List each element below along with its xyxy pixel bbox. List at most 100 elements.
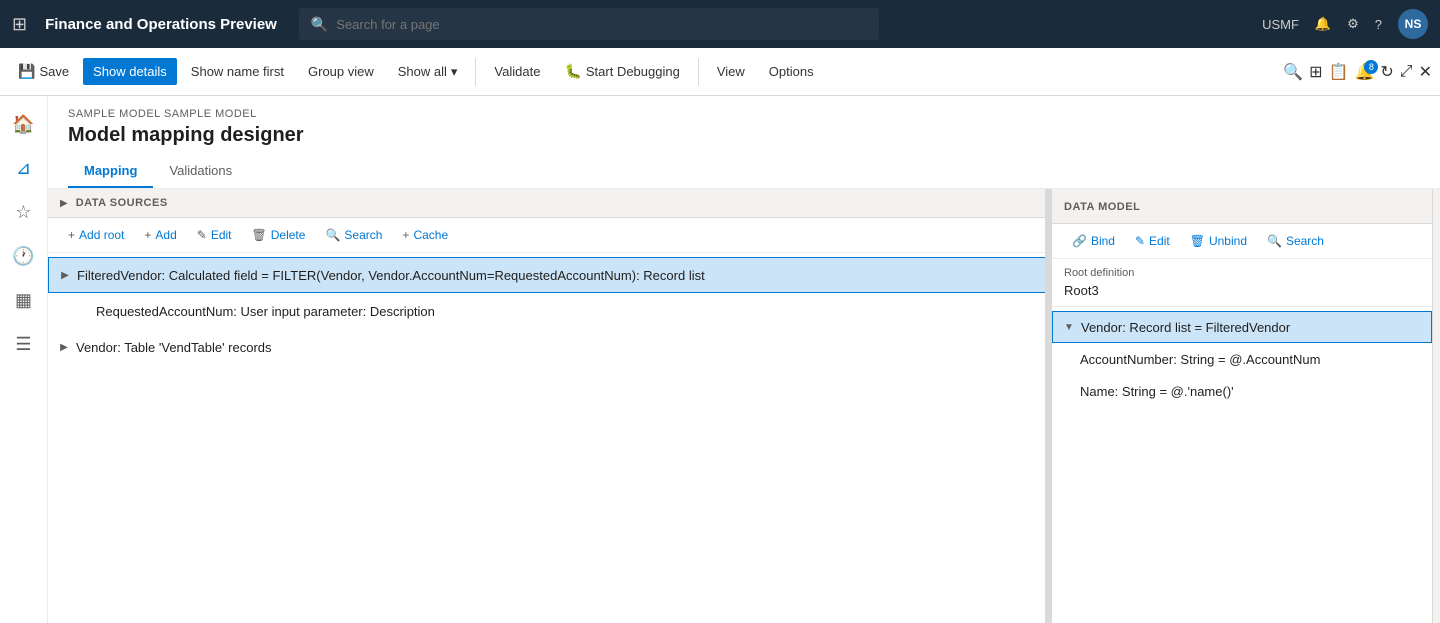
avatar[interactable]: NS: [1398, 9, 1428, 39]
tree-item-label: Vendor: Table 'VendTable' records: [76, 340, 272, 355]
validate-button[interactable]: Validate: [484, 58, 550, 85]
app-title: Finance and Operations Preview: [45, 16, 277, 33]
left-sidebar: 🏠 ⊿ ☆ 🕐 ▦ ☰: [0, 96, 48, 623]
close-icon[interactable]: ✕: [1419, 62, 1432, 82]
chevron-down-icon: ▾: [451, 64, 458, 80]
datamodel-panel-header: DATA MODEL: [1052, 189, 1432, 224]
cache-icon: +: [402, 228, 409, 242]
sidebar-list-icon[interactable]: ☰: [4, 324, 44, 364]
datamodel-panel: DATA MODEL 🔗 Bind ✎ Edit 🗑 Unbind: [1052, 189, 1432, 623]
delete-icon: 🗑: [252, 228, 267, 242]
sidebar-workspace-icon[interactable]: ▦: [4, 280, 44, 320]
tree-item[interactable]: ▶ Vendor: Table 'VendTable' records: [48, 329, 1051, 365]
top-navigation: ⊞ Finance and Operations Preview 🔍 USMF …: [0, 0, 1440, 48]
content-area: SAMPLE MODEL SAMPLE MODEL Model mapping …: [48, 96, 1440, 623]
datamodel-tree: ▼ Vendor: Record list = FilteredVendor A…: [1052, 307, 1432, 623]
datamodel-panel-title: DATA MODEL: [1064, 201, 1140, 213]
dm-expand-icon[interactable]: ▼: [1061, 319, 1077, 335]
refresh-icon[interactable]: ↻: [1380, 62, 1393, 82]
show-all-button[interactable]: Show all ▾: [388, 58, 468, 86]
tab-validations[interactable]: Validations: [153, 155, 248, 188]
sidebar-filter-icon[interactable]: ⊿: [4, 148, 44, 188]
tab-mapping[interactable]: Mapping: [68, 155, 153, 188]
toolbar-separator-2: [698, 58, 699, 86]
search-button[interactable]: 🔍 Search: [317, 224, 390, 246]
designer-layout: ▶ DATA SOURCES + Add root + Add ✎: [48, 189, 1440, 623]
show-all-dropdown[interactable]: Show all ▾: [388, 58, 468, 86]
search-input[interactable]: [336, 17, 867, 32]
connector-icon[interactable]: ⊞: [1309, 62, 1322, 82]
cache-button[interactable]: + Cache: [394, 224, 456, 246]
root-def-label: Root definition: [1064, 267, 1420, 279]
delete-button[interactable]: 🗑 Delete: [244, 224, 314, 246]
dm-tree-item[interactable]: Name: String = @.'name()': [1052, 375, 1432, 407]
search-icon: 🔍: [311, 16, 328, 33]
help-icon[interactable]: ?: [1375, 17, 1382, 32]
view-button[interactable]: View: [707, 58, 755, 85]
show-name-button[interactable]: Show name first: [181, 58, 294, 85]
bookmark-icon[interactable]: 📋: [1329, 62, 1349, 82]
tree-item-label: FilteredVendor: Calculated field = FILTE…: [77, 268, 705, 283]
bind-icon: 🔗: [1072, 234, 1087, 248]
edit-dm-icon: ✎: [1135, 234, 1145, 248]
resize-handle[interactable]: [1045, 189, 1051, 623]
add-icon: +: [144, 228, 151, 242]
dm-tree-item[interactable]: AccountNumber: String = @.AccountNum: [1052, 343, 1432, 375]
add-root-icon: +: [68, 228, 75, 242]
grid-icon[interactable]: ⊞: [12, 14, 27, 35]
search-dm-icon: 🔍: [1267, 234, 1282, 248]
notification-badge-icon[interactable]: 🔔 8: [1354, 62, 1374, 82]
top-nav-right: USMF 🔔 ⚙ ? NS: [1262, 9, 1428, 39]
datasources-panel-header: ▶ DATA SOURCES: [48, 189, 1051, 218]
toolbar: 💾 Save Show details Show name first Grou…: [0, 48, 1440, 96]
page-title: Model mapping designer: [68, 124, 1420, 147]
save-icon: 💾: [18, 63, 35, 80]
tree-item[interactable]: ▶ RequestedAccountNum: User input parame…: [48, 293, 1051, 329]
page-tabs: Mapping Validations: [68, 155, 1420, 188]
save-button[interactable]: 💾 Save: [8, 57, 79, 86]
dm-item-label: AccountNumber: String = @.AccountNum: [1080, 352, 1320, 367]
expand-icon[interactable]: ▶: [56, 339, 72, 355]
breadcrumb: SAMPLE MODEL SAMPLE MODEL: [68, 108, 1420, 120]
add-button[interactable]: + Add: [136, 224, 184, 246]
datasources-tree: ▶ FilteredVendor: Calculated field = FIL…: [48, 253, 1051, 623]
notification-icon[interactable]: 🔔: [1315, 16, 1331, 32]
unbind-button[interactable]: 🗑 Unbind: [1182, 230, 1255, 252]
edit-icon: ✎: [197, 228, 207, 242]
dm-item-label: Vendor: Record list = FilteredVendor: [1081, 320, 1290, 335]
user-label: USMF: [1262, 17, 1299, 32]
tree-item[interactable]: ▶ FilteredVendor: Calculated field = FIL…: [48, 257, 1051, 293]
sidebar-home-icon[interactable]: 🏠: [4, 104, 44, 144]
search-ds-icon: 🔍: [325, 228, 340, 242]
search-bar[interactable]: 🔍: [299, 8, 879, 40]
popout-icon[interactable]: ⤢: [1400, 63, 1413, 81]
search-toolbar-icon[interactable]: 🔍: [1283, 62, 1303, 82]
dm-item-label: Name: String = @.'name()': [1080, 384, 1234, 399]
tree-item-label: RequestedAccountNum: User input paramete…: [96, 304, 435, 319]
datasources-toolbar: + Add root + Add ✎ Edit 🗑 Delete: [48, 218, 1051, 253]
edit-button[interactable]: ✎ Edit: [189, 224, 240, 246]
datasources-panel: ▶ DATA SOURCES + Add root + Add ✎: [48, 189, 1052, 623]
edit-dm-button[interactable]: ✎ Edit: [1127, 230, 1178, 252]
add-root-button[interactable]: + Add root: [60, 224, 132, 246]
bind-button[interactable]: 🔗 Bind: [1064, 230, 1123, 252]
page-header: SAMPLE MODEL SAMPLE MODEL Model mapping …: [48, 96, 1440, 189]
dm-tree-item[interactable]: ▼ Vendor: Record list = FilteredVendor: [1052, 311, 1432, 343]
sidebar-recent-icon[interactable]: 🕐: [4, 236, 44, 276]
show-details-button[interactable]: Show details: [83, 58, 177, 85]
search-dm-button[interactable]: 🔍 Search: [1259, 230, 1332, 252]
start-debugging-button[interactable]: 🐛 Start Debugging: [554, 57, 689, 86]
debug-icon: 🐛: [564, 63, 581, 80]
root-def-value: Root3: [1064, 283, 1420, 298]
main-layout: 🏠 ⊿ ☆ 🕐 ▦ ☰ SAMPLE MODEL SAMPLE MODEL Mo…: [0, 96, 1440, 623]
datasources-panel-title: DATA SOURCES: [76, 197, 168, 209]
panel-collapse-icon[interactable]: ▶: [60, 198, 68, 209]
options-button[interactable]: Options: [759, 58, 824, 85]
group-view-button[interactable]: Group view: [298, 58, 384, 85]
right-scrollbar[interactable]: [1432, 189, 1440, 623]
settings-icon[interactable]: ⚙: [1347, 16, 1359, 32]
expand-icon[interactable]: ▶: [57, 267, 73, 283]
datamodel-toolbar: 🔗 Bind ✎ Edit 🗑 Unbind 🔍 Search: [1052, 224, 1432, 259]
unbind-icon: 🗑: [1190, 234, 1205, 248]
sidebar-favorites-icon[interactable]: ☆: [4, 192, 44, 232]
